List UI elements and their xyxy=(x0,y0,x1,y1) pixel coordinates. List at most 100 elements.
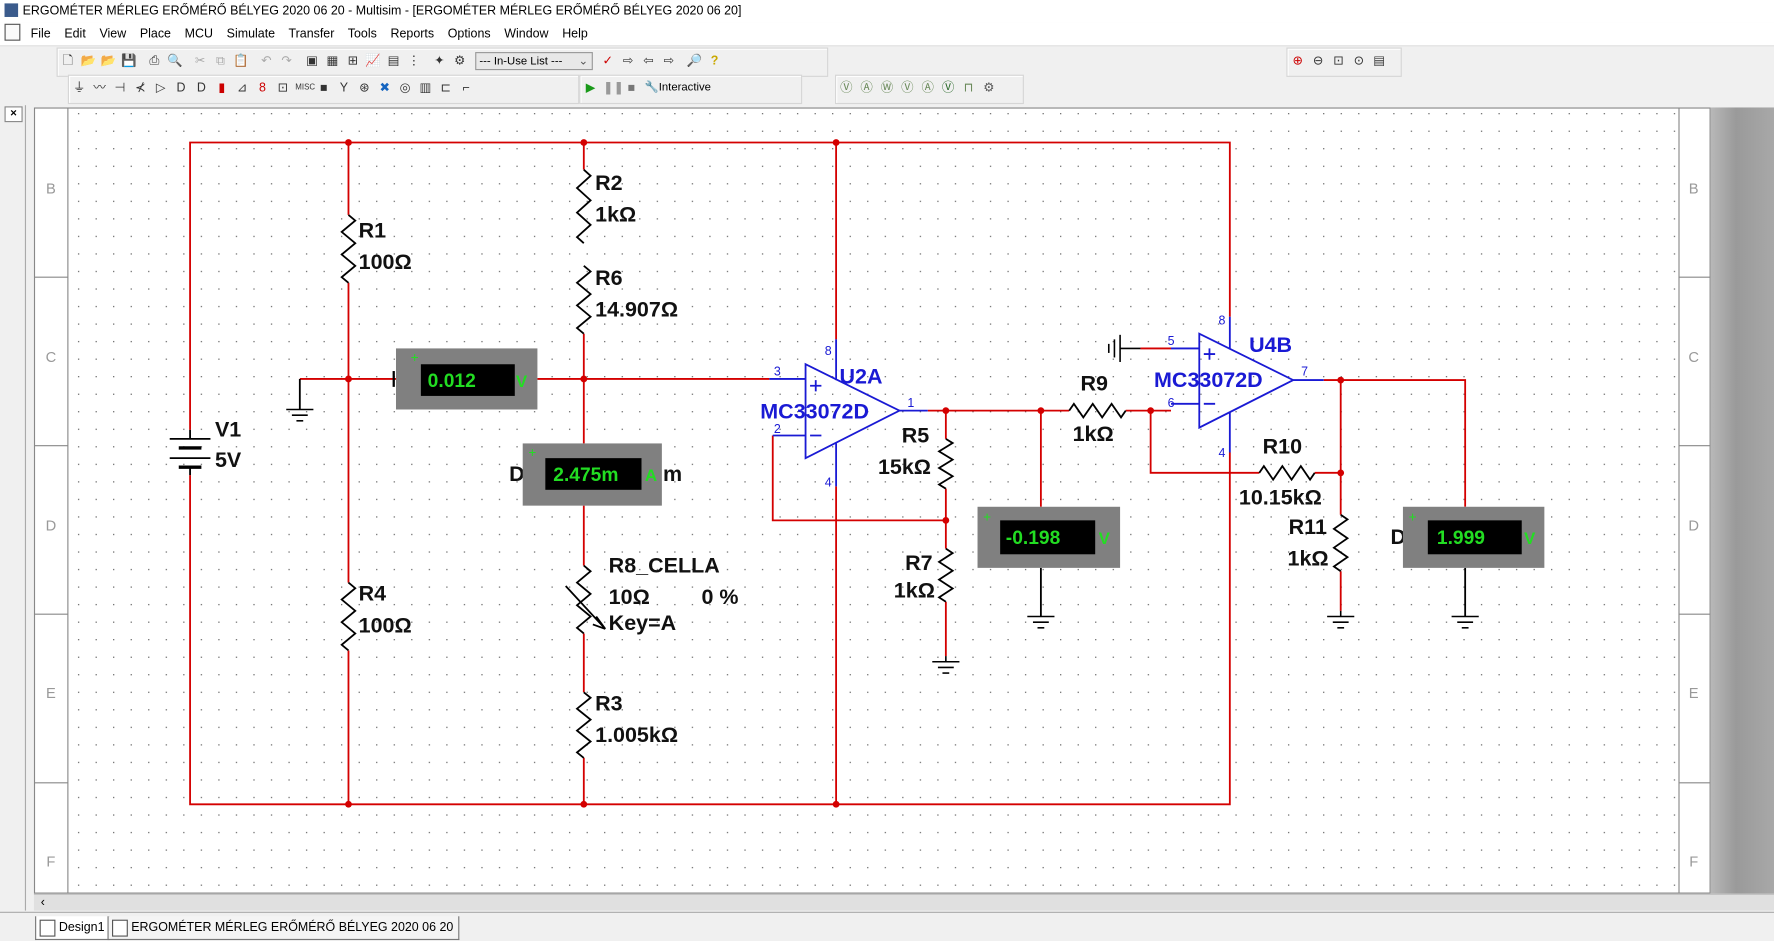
r8-key: Key=A xyxy=(609,611,676,635)
menu-help[interactable]: Help xyxy=(562,27,588,41)
menu-simulate[interactable]: Simulate xyxy=(227,27,275,41)
place-ttl-icon[interactable]: D xyxy=(173,80,189,96)
place-misc-icon[interactable]: MISC xyxy=(295,80,315,96)
digital-probe-icon[interactable]: ⊓ xyxy=(961,80,977,96)
place-cmos-icon[interactable]: D xyxy=(193,80,209,96)
find-examples-icon[interactable]: 🔎 xyxy=(686,53,702,69)
place-indicator-icon[interactable]: ⊡ xyxy=(275,80,291,96)
current-probe-icon[interactable]: Ⓐ xyxy=(859,80,875,96)
stop-icon[interactable]: ■ xyxy=(623,80,639,96)
r2-value: 1kΩ xyxy=(595,203,636,227)
new-icon[interactable]: 🗋 xyxy=(60,53,76,69)
place-mixed-icon[interactable]: 8 xyxy=(255,80,271,96)
transfer-ultiboard-icon[interactable]: ⇨ xyxy=(620,53,636,69)
place-wire-icon[interactable]: ⌐ xyxy=(458,80,474,96)
voltmeter-3[interactable]: 1.999 V + xyxy=(1402,506,1545,568)
full-screen-icon[interactable]: ▤ xyxy=(1371,53,1387,69)
place-analog-icon[interactable]: ▷ xyxy=(153,80,169,96)
document-icon[interactable] xyxy=(4,23,21,41)
place-transistor-icon[interactable]: ⊀ xyxy=(132,80,148,96)
redo-icon[interactable]: ↷ xyxy=(279,53,295,69)
place-connector-icon[interactable]: ◎ xyxy=(397,80,413,96)
pause-icon[interactable]: ❚❚ xyxy=(603,80,624,96)
probe-settings-icon[interactable]: ⚙ xyxy=(981,80,997,96)
workspace-background xyxy=(1710,107,1774,894)
r6-name: R6 xyxy=(595,266,623,290)
spreadsheet-view-icon[interactable]: ▦ xyxy=(324,53,340,69)
tab-design1[interactable]: Design1 xyxy=(35,916,111,941)
erc-icon[interactable]: ✓ xyxy=(600,53,616,69)
menu-place[interactable]: Place xyxy=(140,27,171,41)
power-probe-icon[interactable]: Ⓦ xyxy=(879,80,895,96)
print-icon[interactable]: ⎙ xyxy=(146,53,162,69)
schematic-drawing[interactable]: B C D E F B C D E F 3 2 1 8 4 5 6 7 8 4 … xyxy=(33,107,1711,894)
place-rf-icon[interactable]: Y xyxy=(336,80,352,96)
zoom-area-icon[interactable]: ⊡ xyxy=(1331,53,1347,69)
cut-icon[interactable]: ✂ xyxy=(192,53,208,69)
reference-probe-icon[interactable]: Ⓥ xyxy=(940,80,956,96)
place-advanced-peripherals-icon[interactable]: ⊿ xyxy=(234,80,250,96)
place-bus-icon[interactable]: ⊏ xyxy=(438,80,454,96)
back-annotate-icon[interactable]: ⇦ xyxy=(641,53,657,69)
forward-annotate-icon[interactable]: ⇨ xyxy=(661,53,677,69)
paste-icon[interactable]: 📋 xyxy=(233,53,249,69)
ammeter[interactable]: 2.475m A + xyxy=(522,443,662,506)
hierarchy-icon[interactable]: ⋮ xyxy=(406,53,422,69)
in-use-list-value: --- In-Use List --- xyxy=(479,55,563,68)
r10-name: R10 xyxy=(1263,435,1302,459)
place-source-icon[interactable]: ⏚ xyxy=(71,80,87,96)
undo-icon[interactable]: ↶ xyxy=(258,53,274,69)
place-mcu-icon[interactable]: ▮ xyxy=(214,80,230,96)
place-ni-icon[interactable]: ✖ xyxy=(377,80,393,96)
open-icon[interactable]: 📂 xyxy=(80,53,96,69)
voltage-current-probe-icon[interactable]: Ⓐ xyxy=(920,80,936,96)
grapher-icon[interactable]: 📈 xyxy=(365,53,381,69)
component-wizard-icon[interactable]: ⚙ xyxy=(452,53,468,69)
close-icon[interactable]: × xyxy=(4,106,23,123)
sim-view-icon[interactable]: ⊞ xyxy=(345,53,361,69)
zoom-sheet-icon[interactable]: ⊙ xyxy=(1351,53,1367,69)
pin-number: 6 xyxy=(1168,396,1175,410)
r2-name: R2 xyxy=(595,171,623,195)
menu-mcu[interactable]: MCU xyxy=(185,27,213,41)
print-preview-icon[interactable]: 🔍 xyxy=(167,53,183,69)
menu-tools[interactable]: Tools xyxy=(348,27,377,41)
multisim-app-icon xyxy=(4,3,19,17)
copy-icon[interactable]: ⧉ xyxy=(213,53,229,69)
help-icon[interactable]: ? xyxy=(707,53,723,69)
row-letter: C xyxy=(1688,350,1699,366)
tab-ergometer[interactable]: ERGOMÉTER MÉRLEG ERŐMÉRŐ BÉLYEG 2020 06 … xyxy=(107,916,459,941)
voltmeter-2[interactable]: -0.198 V + xyxy=(977,506,1121,568)
menu-reports[interactable]: Reports xyxy=(390,27,434,41)
menu-options[interactable]: Options xyxy=(448,27,491,41)
menu-file[interactable]: File xyxy=(31,27,51,41)
interactive-mode-button[interactable]: 🔧Interactive xyxy=(645,81,711,93)
new-component-icon[interactable]: ✦ xyxy=(431,53,447,69)
place-basic-icon[interactable]: 〰 xyxy=(92,80,108,96)
zoom-in-icon[interactable]: ⊕ xyxy=(1290,53,1306,69)
differential-probe-icon[interactable]: Ⓥ xyxy=(899,80,915,96)
zoom-out-icon[interactable]: ⊖ xyxy=(1310,53,1326,69)
scroll-left-icon[interactable]: ‹ xyxy=(34,896,45,910)
menu-transfer[interactable]: Transfer xyxy=(288,27,334,41)
voltage-probe-icon[interactable]: Ⓥ xyxy=(838,80,854,96)
place-power-icon[interactable]: ■ xyxy=(316,80,332,96)
toggle-design-toolbox-icon[interactable]: ▣ xyxy=(304,53,320,69)
pin-number: 4 xyxy=(825,475,832,489)
open-sample-icon[interactable]: 📂 xyxy=(101,53,117,69)
horizontal-scrollbar[interactable]: ‹ xyxy=(33,893,1774,911)
place-diode-icon[interactable]: ⊣ xyxy=(112,80,128,96)
database-icon[interactable]: ▤ xyxy=(386,53,402,69)
place-hierarchical-icon[interactable]: ▥ xyxy=(417,80,433,96)
menu-window[interactable]: Window xyxy=(504,27,548,41)
place-electromechanical-icon[interactable]: ⊛ xyxy=(356,80,372,96)
in-use-list-dropdown[interactable]: --- In-Use List --- ⌄ xyxy=(474,52,593,71)
run-icon[interactable]: ▶ xyxy=(583,80,599,96)
u4b-label: U4B xyxy=(1249,333,1292,357)
save-icon[interactable]: 💾 xyxy=(121,53,137,69)
menu-view[interactable]: View xyxy=(99,27,126,41)
schematic-canvas[interactable]: B C D E F B C D E F 3 2 1 8 4 5 6 7 8 4 … xyxy=(33,107,1711,894)
voltmeter-1[interactable]: 0.012 V + xyxy=(392,348,538,410)
meter-unit: V xyxy=(1099,529,1111,548)
menu-edit[interactable]: Edit xyxy=(64,27,85,41)
